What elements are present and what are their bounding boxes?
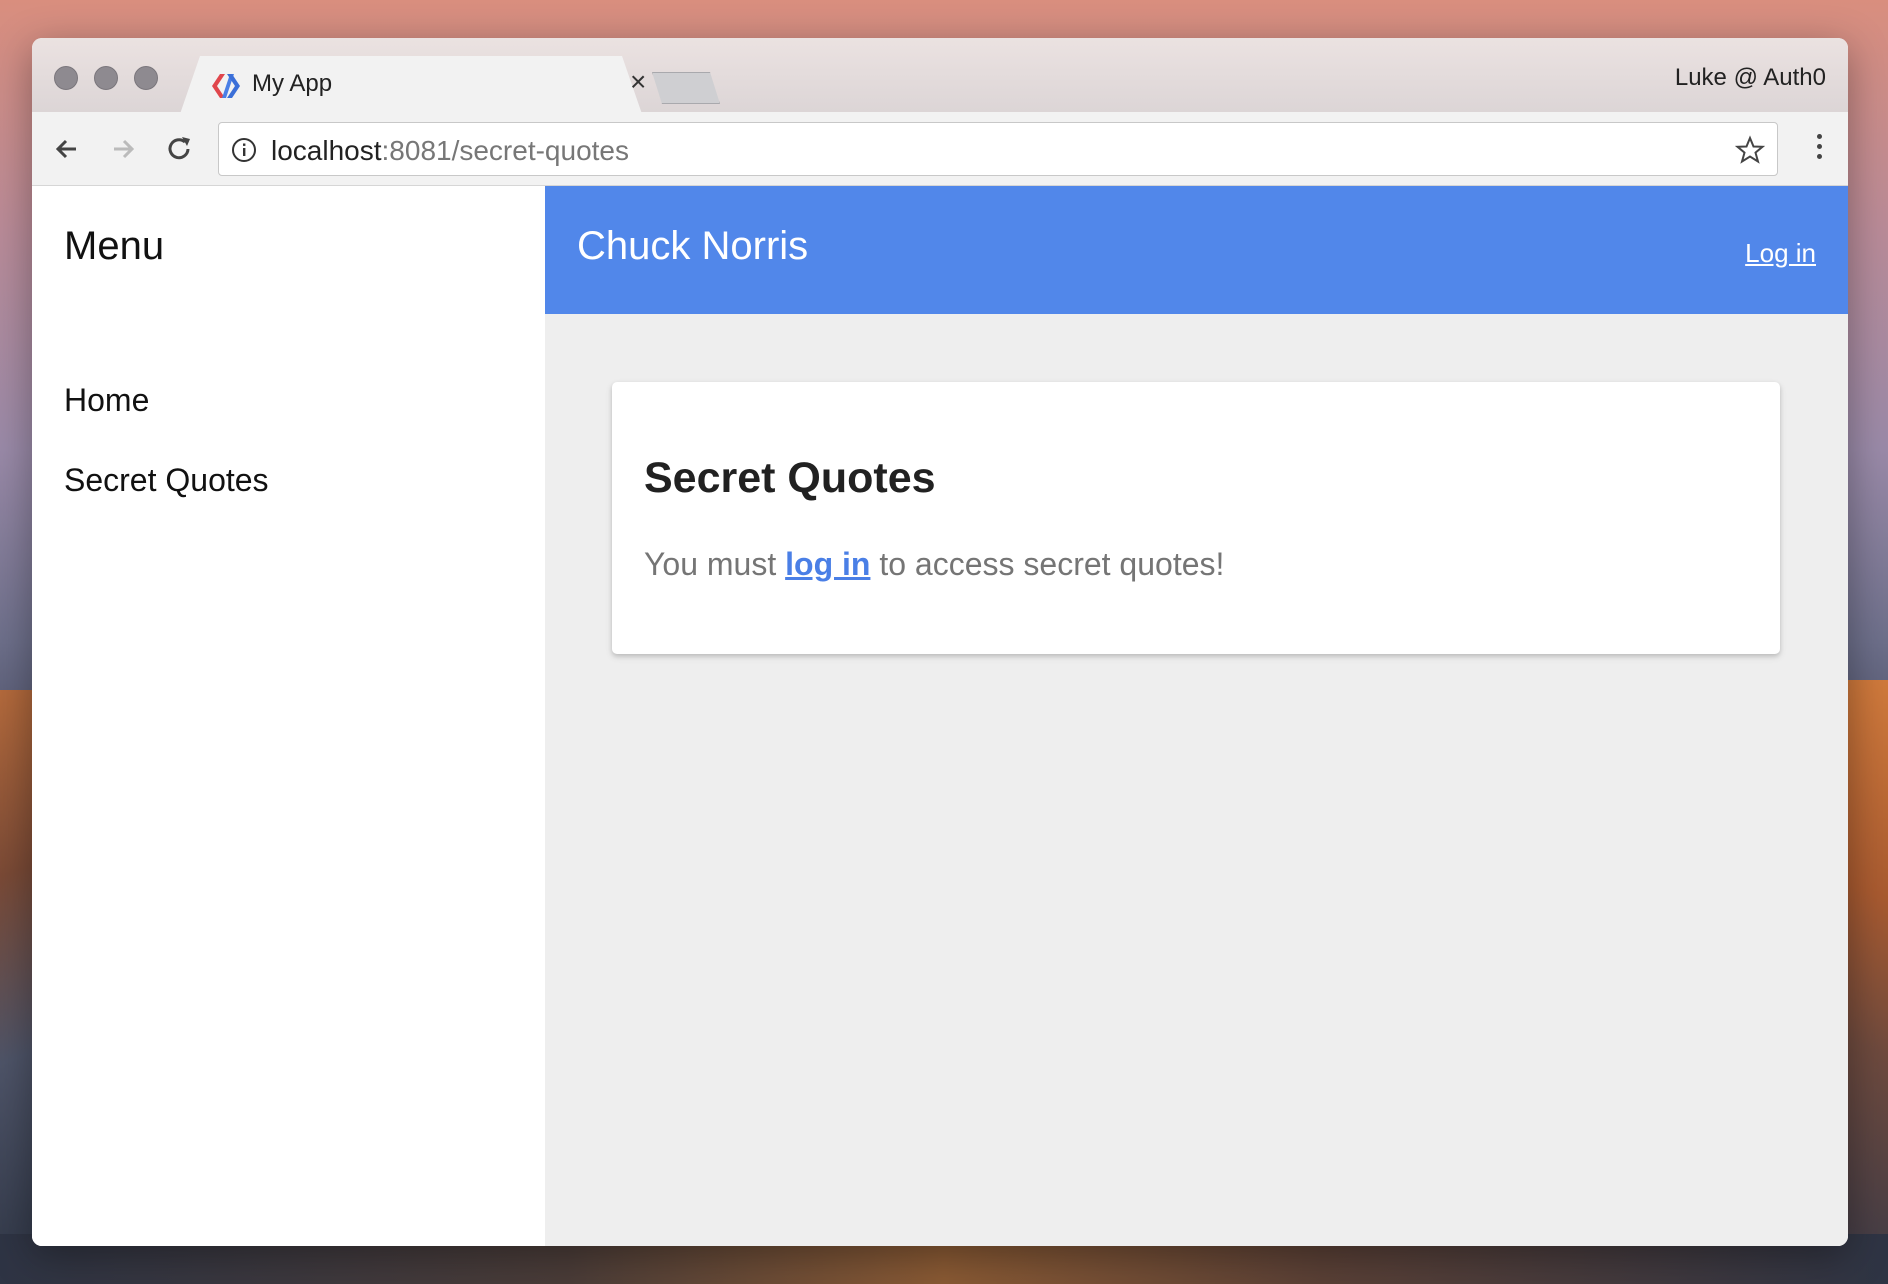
title-bar: My App × Luke @ Auth0: [32, 38, 1848, 114]
sidebar: Menu Home Secret Quotes: [32, 186, 545, 1246]
back-arrow-icon[interactable]: [48, 130, 86, 168]
sidebar-item-secret-quotes[interactable]: Secret Quotes: [64, 462, 269, 499]
sidebar-item-home[interactable]: Home: [64, 382, 149, 419]
minimize-window-button[interactable]: [94, 66, 118, 90]
card-title: Secret Quotes: [644, 454, 936, 502]
card-message: You must log in to access secret quotes!: [644, 546, 1224, 583]
url-host: localhost: [271, 135, 382, 166]
url-path: :8081/secret-quotes: [381, 135, 630, 166]
reload-icon[interactable]: [160, 130, 198, 168]
info-icon[interactable]: [231, 137, 257, 163]
zoom-window-button[interactable]: [134, 66, 158, 90]
address-bar[interactable]: localhost:8081/secret-quotes: [218, 122, 1778, 176]
new-tab-button[interactable]: [652, 72, 720, 104]
tab-title: My App: [252, 70, 333, 97]
message-suffix: to access secret quotes!: [870, 546, 1225, 582]
page-content: Menu Home Secret Quotes Chuck Norris Log…: [32, 186, 1848, 1246]
more-vert-icon[interactable]: [1814, 134, 1824, 168]
header-login-link[interactable]: Log in: [1745, 238, 1816, 269]
app-logo-icon: [212, 74, 240, 98]
sidebar-title: Menu: [64, 224, 165, 268]
url-text: localhost:8081/secret-quotes: [271, 135, 629, 167]
forward-arrow-icon[interactable]: [104, 130, 142, 168]
app-header: Chuck Norris Log in: [545, 186, 1848, 314]
browser-window: My App × Luke @ Auth0 localhost:8081/sec…: [32, 38, 1848, 1246]
message-prefix: You must: [644, 546, 786, 582]
browser-tab[interactable]: [180, 56, 642, 114]
close-window-button[interactable]: [54, 66, 78, 90]
profile-name[interactable]: Luke @ Auth0: [1675, 64, 1826, 92]
browser-toolbar: localhost:8081/secret-quotes: [32, 112, 1848, 186]
card-login-link[interactable]: log in: [785, 546, 870, 582]
secret-quotes-card: Secret Quotes You must log in to access …: [612, 382, 1780, 654]
close-icon[interactable]: ×: [630, 68, 646, 96]
app-title: Chuck Norris: [577, 224, 809, 268]
star-icon[interactable]: [1735, 135, 1765, 165]
